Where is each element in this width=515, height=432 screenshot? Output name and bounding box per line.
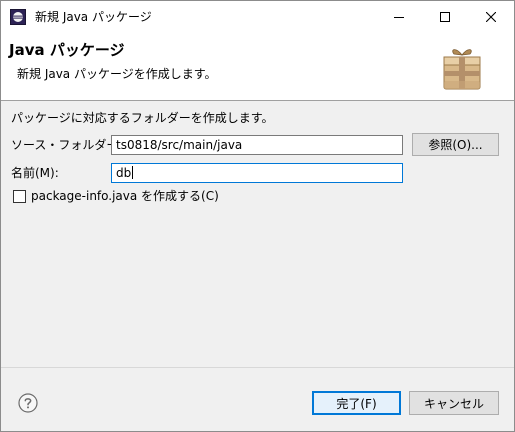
source-folder-value: ts0818/src/main/java bbox=[116, 138, 243, 152]
create-package-info-checkbox[interactable] bbox=[13, 190, 26, 203]
package-icon bbox=[443, 49, 481, 90]
browse-button-label: 参照(O)... bbox=[428, 138, 483, 152]
finish-button-label: 完了(F) bbox=[336, 396, 377, 411]
cancel-button-label: キャンセル bbox=[423, 396, 484, 411]
minimize-icon bbox=[394, 17, 404, 18]
text-caret bbox=[132, 166, 134, 179]
eclipse-icon bbox=[10, 9, 26, 25]
wizard-page-title: Java パッケージ bbox=[9, 41, 125, 59]
title-bar[interactable]: 新規 Java パッケージ bbox=[1, 1, 514, 33]
cancel-button[interactable]: キャンセル bbox=[409, 391, 499, 415]
browse-button[interactable]: 参照(O)... bbox=[412, 133, 499, 156]
footer-divider bbox=[1, 367, 514, 368]
name-input[interactable]: db bbox=[111, 163, 403, 183]
create-package-info-label[interactable]: package-info.java を作成する(C) bbox=[31, 189, 219, 203]
window-title: 新規 Java パッケージ bbox=[35, 10, 152, 24]
maximize-icon bbox=[440, 12, 450, 22]
new-java-package-dialog: 新規 Java パッケージ Java パッケージ 新規 Java パッケージを作… bbox=[0, 0, 515, 432]
help-icon[interactable] bbox=[18, 393, 38, 413]
source-folder-input[interactable]: ts0818/src/main/java bbox=[111, 135, 403, 155]
close-icon bbox=[486, 12, 496, 22]
minimize-button[interactable] bbox=[376, 1, 422, 33]
wizard-page-message: 新規 Java パッケージを作成します。 bbox=[17, 67, 217, 81]
wizard-banner: Java パッケージ 新規 Java パッケージを作成します。 bbox=[1, 33, 514, 101]
maximize-button[interactable] bbox=[422, 1, 468, 33]
name-value: db bbox=[116, 166, 132, 180]
name-label: 名前(M): bbox=[11, 166, 59, 180]
description-text: パッケージに対応するフォルダーを作成します。 bbox=[11, 111, 274, 125]
finish-button[interactable]: 完了(F) bbox=[312, 391, 401, 415]
close-button[interactable] bbox=[468, 1, 514, 33]
